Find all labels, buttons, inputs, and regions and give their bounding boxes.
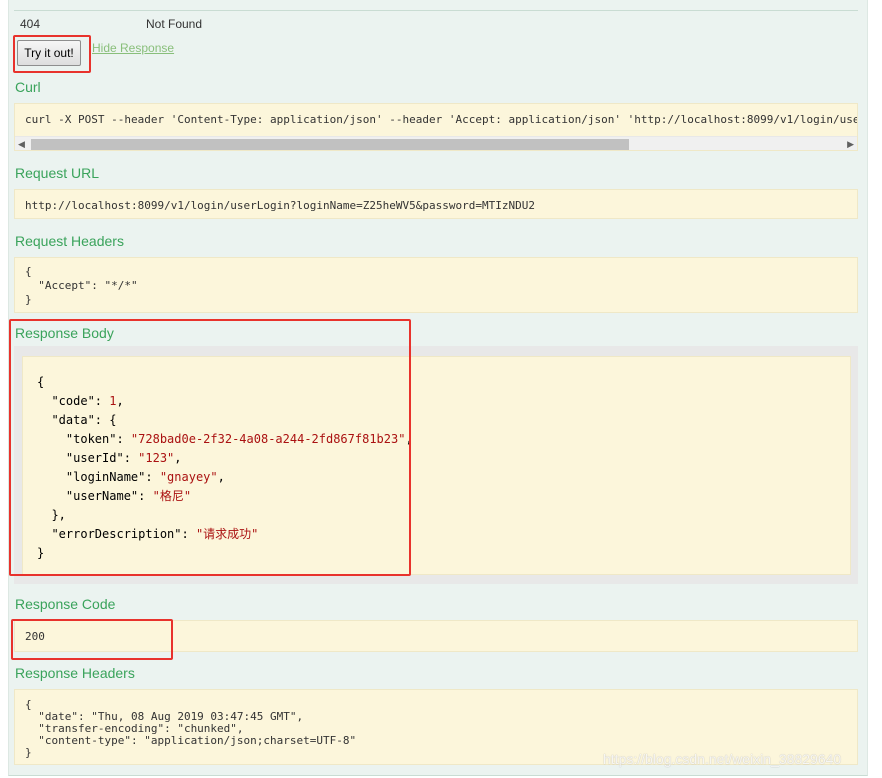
json-line: "Accept": "*/*" [25,279,138,292]
watermark: https://blog.csdn.net/weixin_38829640 [603,751,842,767]
json-line: "loginName": "gnayey", [37,470,225,484]
response-headers-json: { "date": "Thu, 08 Aug 2019 03:47:45 GMT… [25,699,356,759]
response-body-title: Response Body [15,325,114,341]
json-line: } [37,546,45,560]
request-url: http://localhost:8099/v1/login/userLogin… [25,199,535,212]
json-line: "userId": "123", [37,451,182,465]
json-line: "content-type": "application/json;charse… [25,734,357,747]
curl-box: curl -X POST --header 'Content-Type: app… [14,103,858,151]
response-code-title: Response Code [15,596,116,612]
json-line: } [25,293,32,306]
request-headers-title: Request Headers [15,233,124,249]
json-line: { [25,265,32,278]
response-body-json: { "code": 1, "data": { "token": "728bad0… [37,373,413,563]
request-headers-json: { "Accept": "*/*"} [25,265,138,307]
json-line: }, [37,508,66,522]
json-line: "errorDescription": "请求成功" [37,527,259,541]
json-line: "token": "728bad0e-2f32-4a08-a244-2fd867… [37,432,413,446]
horizontal-scrollbar[interactable]: ◀ ▶ [15,136,857,150]
json-line: "code": 1, [37,394,124,408]
request-headers-box: { "Accept": "*/*"} [14,257,858,313]
json-line: "data": { [37,413,117,427]
response-body-container: { "code": 1, "data": { "token": "728bad0… [14,346,858,584]
response-code: 200 [25,630,45,643]
response-body-box: { "code": 1, "data": { "token": "728bad0… [22,356,851,575]
response-code-box: 200 [14,620,858,652]
status-code: 404 [20,17,41,31]
request-url-title: Request URL [15,165,100,181]
scroll-left-arrow-icon[interactable]: ◀ [18,139,25,150]
json-line: } [25,746,32,759]
curl-title: Curl [15,79,41,95]
request-url-box: http://localhost:8099/v1/login/userLogin… [14,189,858,219]
hide-response-link[interactable]: Hide Response [92,41,174,55]
json-line: "userName": "格尼" [37,489,192,503]
divider [14,10,858,11]
scroll-thumb[interactable] [31,139,629,150]
curl-command: curl -X POST --header 'Content-Type: app… [25,113,858,126]
json-line: { [37,375,45,389]
scroll-right-arrow-icon[interactable]: ▶ [847,139,854,150]
status-text: Not Found [146,17,203,31]
try-it-out-button[interactable]: Try it out! [17,40,81,66]
response-headers-title: Response Headers [15,665,135,681]
